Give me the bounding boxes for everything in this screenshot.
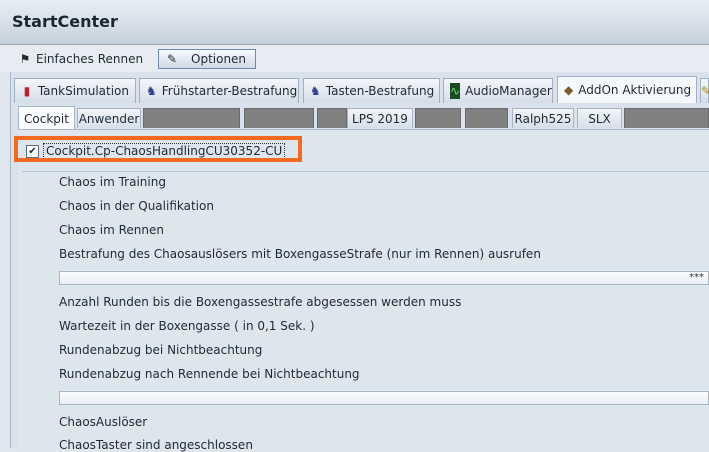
cube-icon: ◆ (564, 83, 574, 97)
setting-deduct-end-label: Rundenabzug nach Rennende bei Nichtbeach… (59, 367, 360, 381)
setting-wait-label: Wartezeit in der Boxengasse ( in 0,1 Sek… (59, 319, 315, 333)
subtab-redacted[interactable] (415, 108, 461, 128)
penalty-dropdown[interactable]: *** (59, 271, 709, 285)
race-flag-icon: ⚑ (19, 52, 31, 66)
fuel-icon: ▮ (23, 84, 31, 98)
subtab-redacted[interactable] (244, 108, 314, 128)
tab-audiomanager[interactable]: ∿ AudioManager (443, 78, 553, 103)
highlight-box (14, 136, 302, 162)
setting-trigger-label: ChaosAuslöser (59, 415, 148, 429)
tab-addon-aktivierung[interactable]: ◆ AddOn Aktivierung (557, 76, 697, 103)
mode-einfaches-rennen-button[interactable]: ⚑ Einfaches Rennen (18, 49, 144, 69)
tab-label: AddOn Aktivierung (578, 83, 692, 97)
tools-icon: ✎ (166, 52, 178, 66)
tab-fruehstarter-bestrafung[interactable]: ♞ Frühstarter-Bestrafung (139, 78, 299, 103)
subtab-redacted[interactable] (624, 108, 709, 128)
mode-label: Einfaches Rennen (36, 52, 144, 66)
setting-deduct-label: Rundenabzug bei Nichtbeachtung (59, 343, 263, 357)
tab-label: Tasten-Bestrafung (325, 84, 435, 98)
tab-label: AudioManager (465, 84, 552, 98)
setting-chaos-training[interactable]: Chaos im Training (59, 175, 166, 189)
police-car-icon: ♞ (310, 84, 321, 98)
setting-penalty-label: Bestrafung des Chaosauslösers mit Boxeng… (59, 247, 541, 261)
divider (22, 171, 709, 172)
tab-label: TankSimulation (37, 84, 129, 98)
subtab-redacted[interactable] (317, 108, 347, 128)
setting-chaos-quali[interactable]: Chaos in der Qualifikation (59, 199, 214, 213)
window-title: StartCenter (12, 12, 118, 31)
subtab-lps-2019[interactable]: LPS 2019 (347, 108, 413, 128)
subtab-redacted[interactable] (143, 108, 240, 128)
subtab-ralph525[interactable]: Ralph525 (512, 108, 574, 128)
tools-icon: ✎ (701, 84, 709, 98)
deduct-end-field[interactable] (59, 391, 709, 405)
audio-wave-icon: ∿ (450, 83, 461, 99)
subtab-anwender[interactable]: Anwender (77, 108, 141, 128)
subtab-redacted[interactable] (465, 108, 508, 128)
mode-bar: ⚑ Einfaches Rennen ✎ Optionen (0, 45, 709, 72)
subtab-cockpit[interactable]: Cockpit (18, 106, 75, 130)
setting-buttons-label[interactable]: ChaosTaster sind angeschlossen (59, 438, 253, 452)
tab-tasten-bestrafung[interactable]: ♞ Tasten-Bestrafung (303, 78, 440, 103)
police-car-icon: ♞ (146, 84, 157, 98)
subtab-slx[interactable]: SLX (577, 108, 622, 128)
tab-tanksimulation[interactable]: ▮ TankSimulation (14, 78, 136, 103)
tab-overflow[interactable]: ✎ (700, 78, 709, 103)
setting-laps-label: Anzahl Runden bis die Boxengassestrafe a… (59, 295, 462, 309)
tab-label: Frühstarter-Bestrafung (161, 84, 298, 98)
mode-label: Optionen (191, 52, 247, 66)
setting-chaos-race[interactable]: Chaos im Rennen (59, 223, 164, 237)
mode-optionen-button[interactable]: ✎ Optionen (158, 49, 256, 69)
title-bar: StartCenter (0, 0, 709, 45)
